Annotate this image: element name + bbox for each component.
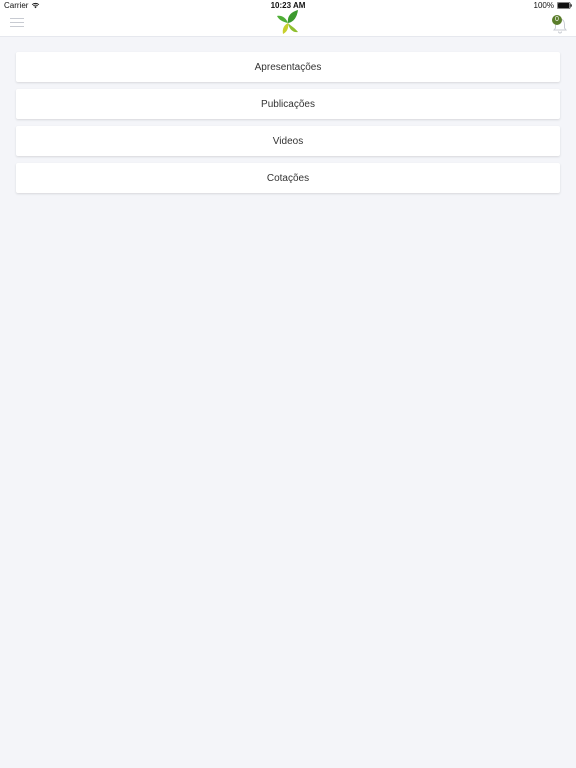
menu-item-publicacoes[interactable]: Publicações [16,89,560,119]
menu-item-cotacoes[interactable]: Cotações [16,163,560,193]
notification-badge: 0 [552,15,562,25]
leaf-logo-icon [277,10,298,34]
menu-item-videos[interactable]: Videos [16,126,560,156]
menu-list: Apresentações Publicações Videos Cotaçõe… [16,52,560,200]
status-time: 10:23 AM [270,1,306,10]
app-screen: Carrier 10:23 AM 100% 0 Apresentações Pu… [0,0,576,768]
menu-item-apresentacoes[interactable]: Apresentações [16,52,560,82]
hamburger-menu-icon[interactable] [10,18,24,30]
battery-icon [557,2,572,9]
notifications-button[interactable]: 0 [552,15,568,34]
battery-info: 100% [534,1,572,10]
battery-percentage: 100% [533,1,554,10]
navigation-bar: 0 [0,10,576,37]
